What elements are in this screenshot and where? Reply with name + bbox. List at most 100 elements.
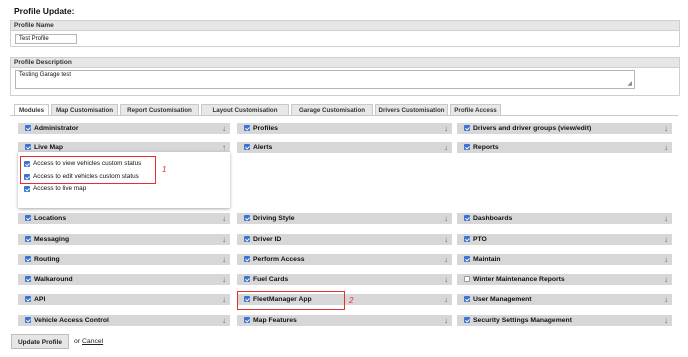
arrow-down-icon[interactable]: ↓ — [664, 123, 668, 134]
arrow-down-icon[interactable]: ↓ — [222, 294, 226, 305]
arrow-down-icon[interactable]: ↓ — [222, 213, 226, 224]
tab-drivers-customisation[interactable]: Drivers Customisation — [375, 104, 448, 115]
arrow-down-icon[interactable]: ↓ — [222, 254, 226, 265]
arrow-down-icon[interactable]: ↓ — [444, 294, 448, 305]
arrow-down-icon[interactable]: ↓ — [222, 315, 226, 326]
module-locations[interactable]: Locations ↓ — [18, 213, 230, 224]
module-dashboards[interactable]: Dashboards ↓ — [457, 213, 672, 224]
highlight-box-2 — [237, 291, 345, 310]
module-perform-access[interactable]: Perform Access ↓ — [237, 254, 452, 265]
checkbox-icon[interactable] — [24, 186, 30, 192]
module-label: Driving Style — [253, 215, 295, 222]
module-label: Locations — [34, 215, 67, 222]
checkbox-icon[interactable] — [25, 236, 31, 242]
resize-grip-icon[interactable]: ◢ — [627, 80, 632, 87]
checkbox-icon[interactable] — [25, 296, 31, 302]
checkbox-icon[interactable] — [244, 144, 250, 150]
module-routing[interactable]: Routing ↓ — [18, 254, 230, 265]
profile-description-textarea[interactable]: Testing Garage test ◢ — [15, 70, 635, 89]
checkbox-icon[interactable] — [244, 125, 250, 131]
annotation-number-1: 1 — [162, 165, 167, 174]
checkbox-icon[interactable] — [464, 296, 470, 302]
module-profiles[interactable]: Profiles ↓ — [237, 123, 452, 134]
checkbox-icon[interactable] — [25, 144, 31, 150]
module-driver-id[interactable]: Driver ID ↓ — [237, 234, 452, 245]
module-administrator[interactable]: Administrator ↓ — [18, 123, 230, 134]
module-label: Driver ID — [253, 236, 282, 243]
module-pto[interactable]: PTO ↓ — [457, 234, 672, 245]
arrow-down-icon[interactable]: ↓ — [222, 274, 226, 285]
arrow-down-icon[interactable]: ↓ — [444, 274, 448, 285]
checkbox-icon[interactable] — [25, 256, 31, 262]
checkbox-icon[interactable] — [464, 144, 470, 150]
module-label: Reports — [473, 144, 499, 151]
profile-description-label: Profile Description — [11, 58, 679, 68]
checkbox-icon[interactable] — [25, 317, 31, 323]
module-drivers-and-driver-groups[interactable]: Drivers and driver groups (view/edit) ↓ — [457, 123, 672, 134]
checkbox-icon[interactable] — [244, 236, 250, 242]
checkbox-icon[interactable] — [25, 276, 31, 282]
checkbox-icon[interactable] — [464, 256, 470, 262]
module-label: PTO — [473, 236, 487, 243]
module-label: Administrator — [34, 125, 79, 132]
checkbox-icon[interactable] — [244, 276, 250, 282]
tab-report-customisation[interactable]: Report Customisation — [120, 104, 199, 115]
cancel-link[interactable]: Cancel — [82, 338, 103, 345]
module-label: Security Settings Management — [473, 317, 572, 324]
module-messaging[interactable]: Messaging ↓ — [18, 234, 230, 245]
arrow-down-icon[interactable]: ↓ — [664, 234, 668, 245]
tab-map-customisation[interactable]: Map Customisation — [51, 104, 118, 115]
checkbox-icon[interactable] — [244, 256, 250, 262]
module-reports[interactable]: Reports ↓ — [457, 142, 672, 153]
profile-name-input[interactable]: Test Profile — [15, 34, 77, 44]
module-label: Perform Access — [253, 256, 305, 263]
update-profile-button[interactable]: Update Profile — [11, 334, 69, 349]
module-label: API — [34, 296, 46, 303]
tab-garage-customisation[interactable]: Garage Customisation — [291, 104, 373, 115]
arrow-down-icon[interactable]: ↓ — [444, 234, 448, 245]
checkbox-icon[interactable] — [244, 317, 250, 323]
arrow-down-icon[interactable]: ↓ — [664, 213, 668, 224]
arrow-down-icon[interactable]: ↓ — [444, 142, 448, 153]
profile-name-panel: Profile Name Test Profile — [10, 20, 680, 47]
arrow-down-icon[interactable]: ↓ — [664, 294, 668, 305]
checkbox-icon[interactable] — [464, 317, 470, 323]
module-alerts[interactable]: Alerts ↓ — [237, 142, 452, 153]
checkbox-icon[interactable] — [464, 276, 470, 282]
module-label: Vehicle Access Control — [34, 317, 109, 324]
arrow-down-icon[interactable]: ↓ — [222, 234, 226, 245]
arrow-down-icon[interactable]: ↓ — [664, 274, 668, 285]
arrow-down-icon[interactable]: ↓ — [664, 254, 668, 265]
module-security-settings-management[interactable]: Security Settings Management ↓ — [457, 315, 672, 326]
arrow-down-icon[interactable]: ↓ — [444, 123, 448, 134]
module-label: Messaging — [34, 236, 70, 243]
profile-description-text: Testing Garage test — [19, 72, 72, 78]
option-label: Access to live map — [33, 185, 87, 192]
module-label: Fuel Cards — [253, 276, 289, 283]
checkbox-icon[interactable] — [25, 125, 31, 131]
module-walkaround[interactable]: Walkaround ↓ — [18, 274, 230, 285]
checkbox-icon[interactable] — [464, 236, 470, 242]
arrow-down-icon[interactable]: ↓ — [664, 315, 668, 326]
tab-layout-customisation[interactable]: Layout Customisation — [201, 104, 289, 115]
module-user-management[interactable]: User Management ↓ — [457, 294, 672, 305]
module-driving-style[interactable]: Driving Style ↓ — [237, 213, 452, 224]
arrow-down-icon[interactable]: ↓ — [444, 315, 448, 326]
arrow-down-icon[interactable]: ↓ — [444, 213, 448, 224]
arrow-down-icon[interactable]: ↓ — [222, 123, 226, 134]
module-maintain[interactable]: Maintain ↓ — [457, 254, 672, 265]
tab-profile-access[interactable]: Profile Access — [450, 104, 501, 115]
checkbox-icon[interactable] — [464, 215, 470, 221]
module-fuel-cards[interactable]: Fuel Cards ↓ — [237, 274, 452, 285]
checkbox-icon[interactable] — [244, 215, 250, 221]
arrow-down-icon[interactable]: ↓ — [664, 142, 668, 153]
module-api[interactable]: API ↓ — [18, 294, 230, 305]
module-map-features[interactable]: Map Features ↓ — [237, 315, 452, 326]
checkbox-icon[interactable] — [464, 125, 470, 131]
annotation-number-2: 2 — [349, 296, 354, 305]
module-vehicle-access-control[interactable]: Vehicle Access Control ↓ — [18, 315, 230, 326]
module-winter-maintenance-reports[interactable]: Winter Maintenance Reports ↓ — [457, 274, 672, 285]
module-label: Walkaround — [34, 276, 73, 283]
checkbox-icon[interactable] — [25, 215, 31, 221]
arrow-down-icon[interactable]: ↓ — [444, 254, 448, 265]
